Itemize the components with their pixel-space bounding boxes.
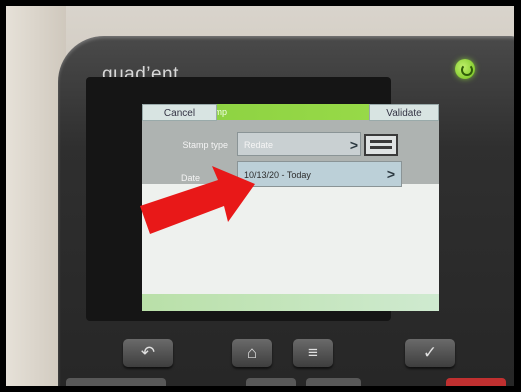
background-wall [6,6,66,386]
power-icon[interactable] [455,59,475,79]
date-field[interactable]: 10/13/20 - Today > [237,161,402,187]
keypad-key[interactable] [246,378,296,386]
cancel-button[interactable]: Cancel [142,104,217,121]
keypad-key[interactable] [306,378,361,386]
menu-button[interactable]: ≡ [293,339,333,367]
stamp-type-value: Redate [244,140,274,150]
validate-button[interactable]: Validate [369,104,439,121]
chevron-right-icon: > [386,166,395,182]
stop-key[interactable] [446,378,506,386]
chevron-right-icon: > [349,137,358,153]
back-button[interactable]: ↶ [123,339,173,367]
stamp-type-label: Stamp type [182,140,228,150]
stamp-type-field[interactable]: Redate > [237,132,361,156]
action-bar [142,294,439,311]
home-button[interactable]: ⌂ [232,339,272,367]
stamp-preview-icon[interactable] [364,134,398,156]
confirm-button[interactable]: ✓ [405,339,455,367]
keypad-key[interactable] [66,378,166,386]
annotation-arrow [140,166,255,234]
photo-frame: quad’ent Customize Stamp Stamp type Reda… [6,6,514,386]
